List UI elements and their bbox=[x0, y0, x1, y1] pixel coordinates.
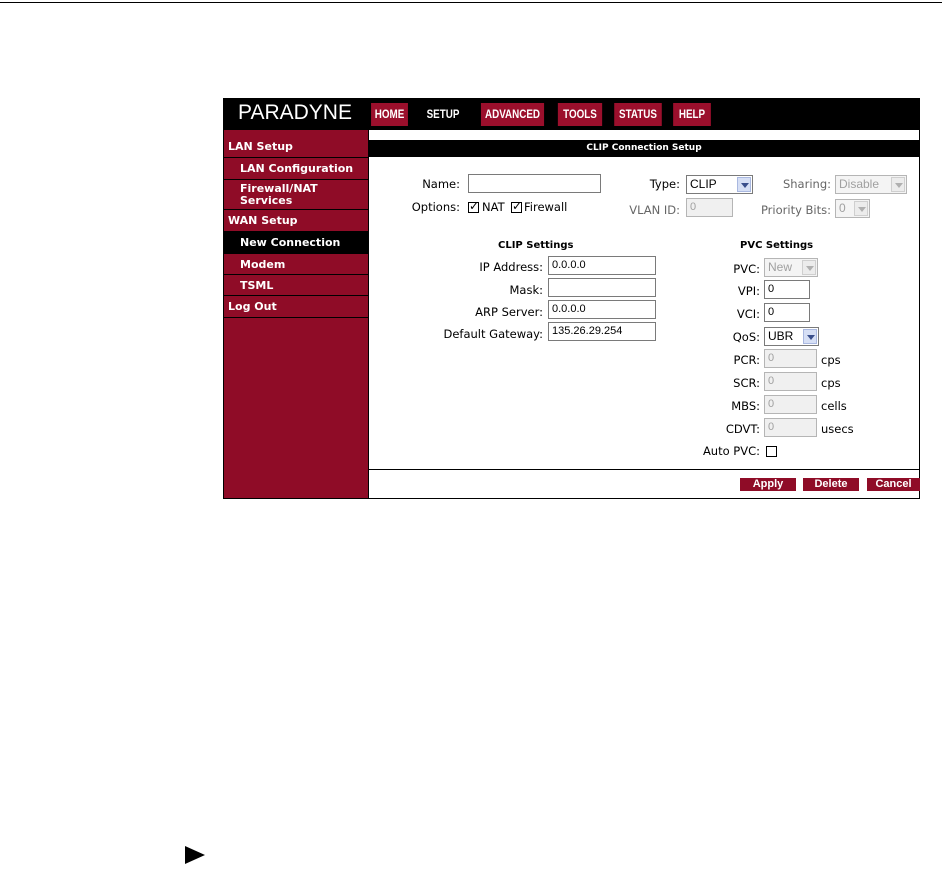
type-label: Type: bbox=[649, 177, 680, 191]
step-pointer-icon bbox=[185, 846, 205, 864]
tab-help[interactable]: HELP bbox=[673, 103, 711, 126]
vci-label: VCI: bbox=[736, 307, 760, 321]
header-bar: PARADYNE HOME SETUP ADVANCED TOOLS STATU… bbox=[224, 99, 919, 130]
sidebar-item-new-connection[interactable]: New Connection bbox=[224, 232, 368, 254]
arp-server-input[interactable]: 0.0.0.0 bbox=[548, 300, 656, 319]
delete-button[interactable]: Delete bbox=[803, 478, 859, 491]
mbs-label: MBS: bbox=[731, 399, 760, 413]
scr-label: SCR: bbox=[733, 376, 760, 390]
type-select[interactable]: CLIP bbox=[686, 175, 753, 194]
priority-bits-select[interactable]: 0 bbox=[835, 199, 870, 218]
cdvt-input[interactable]: 0 bbox=[764, 418, 817, 437]
sharing-select[interactable]: Disable bbox=[835, 175, 907, 194]
ip-address-label: IP Address: bbox=[479, 260, 543, 274]
pcr-unit: cps bbox=[821, 353, 841, 367]
sidebar-item-tsml[interactable]: TSML bbox=[224, 275, 368, 296]
sidebar-item-firewall-nat-services[interactable]: Firewall/NAT Services bbox=[224, 180, 368, 210]
sharing-label: Sharing: bbox=[782, 177, 831, 191]
chevron-down-icon bbox=[854, 201, 868, 216]
router-ui-frame: PARADYNE HOME SETUP ADVANCED TOOLS STATU… bbox=[223, 98, 920, 499]
cancel-button[interactable]: Cancel bbox=[867, 478, 920, 491]
scr-input[interactable]: 0 bbox=[764, 372, 817, 391]
sharing-select-value: Disable bbox=[839, 177, 880, 191]
sidebar-item-lan-setup[interactable]: LAN Setup bbox=[224, 136, 368, 158]
options-label: Options: bbox=[411, 200, 460, 214]
apply-button[interactable]: Apply bbox=[740, 478, 796, 491]
mbs-unit: cells bbox=[821, 399, 847, 413]
vpi-input[interactable]: 0 bbox=[764, 280, 810, 299]
default-gateway-input[interactable]: 135.26.29.254 bbox=[548, 322, 656, 341]
sidebar-item-log-out[interactable]: Log Out bbox=[224, 296, 368, 318]
name-label: Name: bbox=[422, 177, 460, 191]
sidebar-item-lan-configuration[interactable]: LAN Configuration bbox=[224, 158, 368, 180]
vlan-id-input[interactable]: 0 bbox=[686, 198, 733, 217]
firewall-checkbox[interactable] bbox=[511, 199, 522, 213]
pvc-select-value: New bbox=[768, 260, 793, 274]
tab-home[interactable]: HOME bbox=[371, 103, 408, 126]
footer-divider bbox=[369, 469, 919, 470]
arp-server-label: ARP Server: bbox=[475, 305, 543, 319]
priority-bits-value: 0 bbox=[839, 201, 846, 215]
mask-label: Mask: bbox=[509, 283, 544, 297]
paradyne-logo: PARADYNE bbox=[238, 101, 352, 124]
qos-label: QoS: bbox=[732, 330, 760, 344]
auto-pvc-checkbox[interactable] bbox=[766, 446, 777, 457]
pcr-input[interactable]: 0 bbox=[764, 349, 817, 368]
sidebar-item-wan-setup[interactable]: WAN Setup bbox=[224, 210, 368, 232]
pvc-settings-heading: PVC Settings bbox=[740, 240, 814, 251]
pvc-select[interactable]: New bbox=[764, 258, 818, 277]
chevron-down-icon bbox=[891, 177, 905, 192]
clip-settings-heading: CLIP Settings bbox=[498, 240, 574, 251]
firewall-label: Firewall bbox=[524, 200, 568, 214]
chevron-down-icon bbox=[737, 177, 751, 192]
nat-checkbox[interactable] bbox=[468, 199, 479, 213]
qos-select-value: UBR bbox=[768, 329, 794, 343]
type-select-value: CLIP bbox=[690, 177, 717, 191]
priority-bits-label: Priority Bits: bbox=[760, 203, 831, 217]
cdvt-label: CDVT: bbox=[725, 422, 760, 436]
mbs-input[interactable]: 0 bbox=[764, 395, 817, 414]
mask-input[interactable] bbox=[548, 278, 656, 297]
page-top-rule bbox=[0, 2, 942, 3]
page-title: CLIP Connection Setup bbox=[369, 140, 919, 157]
auto-pvc-label: Auto PVC: bbox=[702, 444, 760, 458]
tab-tools[interactable]: TOOLS bbox=[557, 103, 603, 126]
vlan-id-label: VLAN ID: bbox=[629, 203, 680, 217]
sidebar: LAN Setup LAN Configuration Firewall/NAT… bbox=[224, 130, 369, 498]
cdvt-unit: usecs bbox=[821, 422, 854, 436]
default-gateway-label: Default Gateway: bbox=[443, 327, 543, 341]
scr-unit: cps bbox=[821, 376, 841, 390]
tab-status[interactable]: STATUS bbox=[614, 103, 662, 126]
qos-select[interactable]: UBR bbox=[764, 327, 819, 346]
sidebar-item-services-label: Services bbox=[240, 194, 293, 207]
vci-input[interactable]: 0 bbox=[764, 303, 810, 322]
tab-advanced[interactable]: ADVANCED bbox=[480, 103, 545, 126]
sidebar-item-modem[interactable]: Modem bbox=[224, 254, 368, 275]
ip-address-input[interactable]: 0.0.0.0 bbox=[548, 256, 656, 275]
chevron-down-icon bbox=[802, 260, 816, 275]
vpi-label: VPI: bbox=[737, 284, 760, 298]
chevron-down-icon bbox=[803, 329, 817, 344]
nat-label: NAT bbox=[482, 200, 505, 214]
pvc-label: PVC: bbox=[733, 262, 760, 276]
pcr-label: PCR: bbox=[733, 353, 760, 367]
tab-setup[interactable]: SETUP bbox=[422, 103, 464, 126]
name-input[interactable] bbox=[468, 174, 601, 193]
